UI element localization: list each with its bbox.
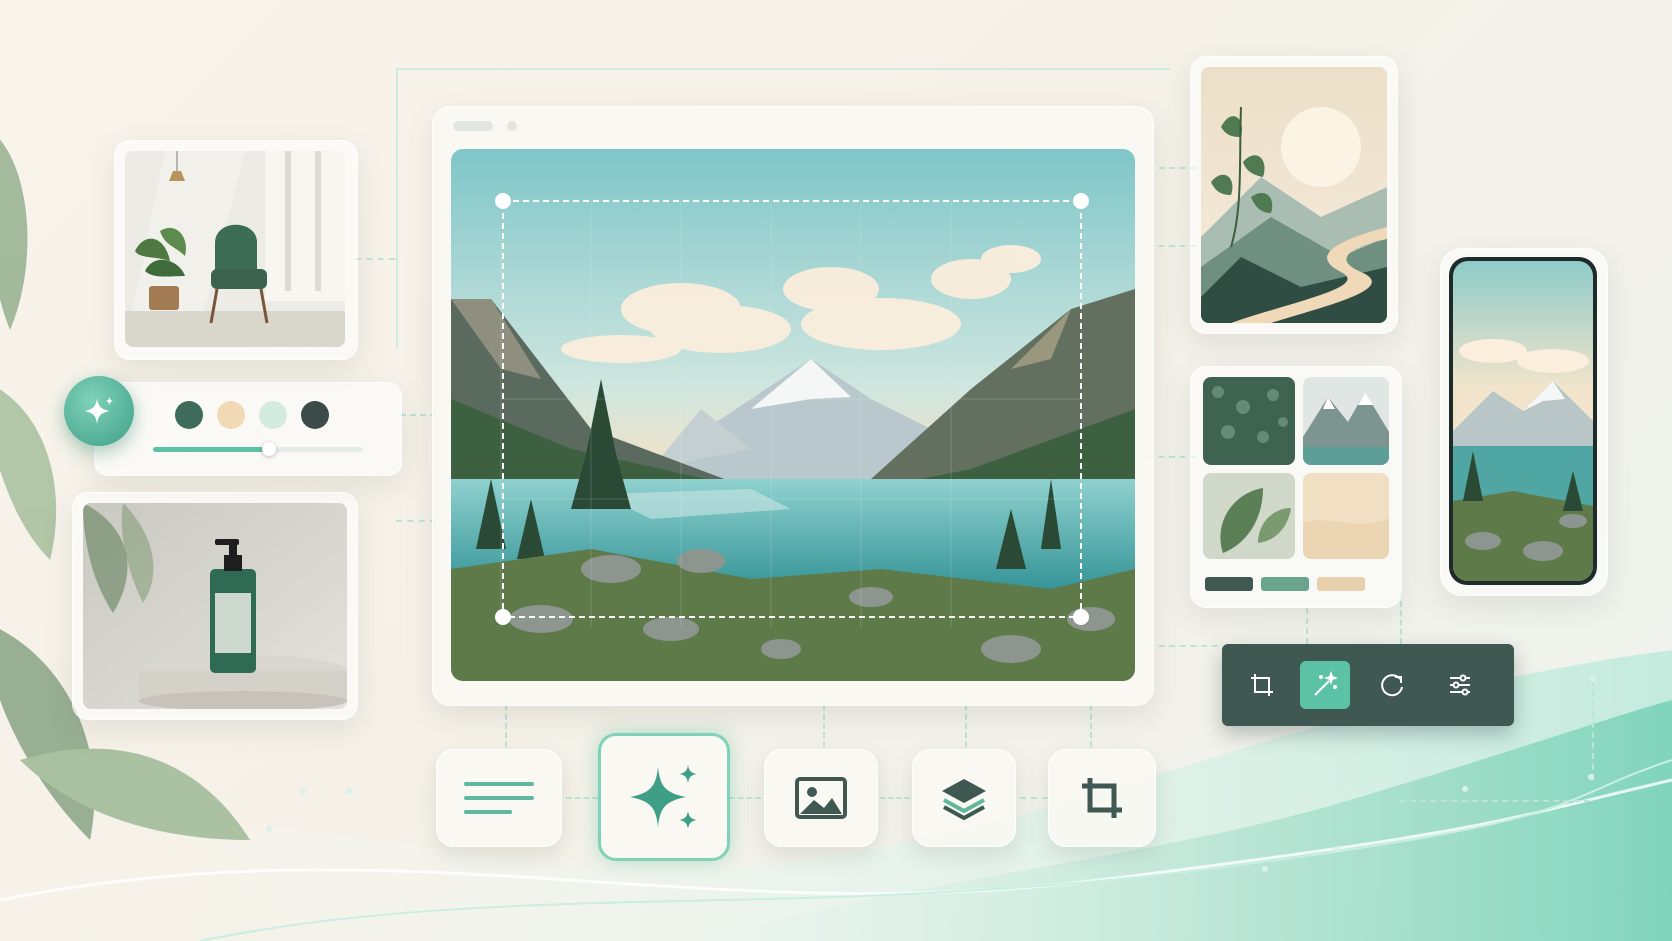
connector-line	[1400, 592, 1402, 644]
phone-screen-image	[1453, 261, 1593, 581]
crop-icon	[1251, 674, 1273, 696]
window-minimize-pill[interactable]	[453, 121, 493, 131]
ai-sparkle-button[interactable]	[64, 376, 134, 446]
swatch[interactable]	[175, 401, 203, 429]
connector-line	[505, 705, 507, 747]
swatch[interactable]	[259, 401, 287, 429]
interior-photo	[125, 151, 345, 347]
window-close-dot[interactable]	[507, 121, 517, 131]
moodboard-leaf	[1203, 473, 1295, 559]
connector-line	[1592, 680, 1594, 780]
connector-line	[396, 68, 1170, 70]
layers-icon	[942, 779, 986, 820]
connector-line	[566, 797, 598, 799]
moodboard-mountain	[1303, 377, 1389, 465]
quick-adjust-button[interactable]	[1436, 661, 1484, 709]
connector-line	[355, 258, 395, 260]
crop-icon	[1082, 778, 1122, 818]
layers-tool-button[interactable]	[912, 749, 1016, 847]
sparkle-dot	[1172, 816, 1178, 822]
text-lines-icon	[464, 782, 534, 814]
sparkle-dot	[1462, 786, 1468, 792]
moodboard-swatch[interactable]	[1317, 577, 1365, 591]
sparkle-icon	[630, 765, 697, 829]
sparkle-dot	[346, 788, 352, 794]
connector-line	[1148, 245, 1196, 247]
image-tool-button[interactable]	[764, 749, 878, 847]
connector-line	[1148, 456, 1196, 458]
river-illustration	[1201, 67, 1387, 323]
quick-magic-wand-button[interactable]	[1300, 661, 1350, 709]
sparkle-dot	[1334, 846, 1340, 852]
slider-fill	[153, 447, 269, 452]
sliders-icon	[1450, 674, 1470, 696]
slider-track[interactable]	[153, 442, 363, 456]
ai-generate-button[interactable]	[598, 733, 730, 861]
river-art-card[interactable]	[1190, 56, 1398, 334]
connector-line	[729, 797, 761, 799]
crop-handle	[495, 609, 511, 625]
swatch[interactable]	[217, 401, 245, 429]
connector-line	[1148, 645, 1218, 647]
text-tool-button[interactable]	[436, 749, 562, 847]
crop-handle	[1073, 609, 1089, 625]
quick-crop-button[interactable]	[1238, 661, 1286, 709]
phone-preview-card[interactable]	[1440, 248, 1608, 596]
connector-line	[1400, 800, 1590, 802]
magic-wand-icon	[1314, 671, 1339, 696]
interior-photo-card[interactable]	[114, 140, 358, 360]
crop-tool-button[interactable]	[1048, 749, 1156, 847]
connector-line	[396, 520, 436, 522]
quick-rotate-button[interactable]	[1368, 661, 1416, 709]
connector-line	[823, 705, 825, 747]
product-photo-card[interactable]	[72, 492, 358, 720]
product-photo	[83, 503, 347, 709]
crop-handle	[1073, 193, 1089, 209]
connector-line	[1090, 705, 1092, 747]
connector-line	[396, 68, 398, 348]
moodboard-swatch[interactable]	[1261, 577, 1309, 591]
connector-line	[400, 414, 436, 416]
main-landscape-image[interactable]	[451, 149, 1135, 681]
connector-line	[1020, 797, 1048, 799]
sparkle-dot	[300, 788, 306, 794]
sparkle-dot	[266, 826, 272, 832]
crop-handle	[495, 193, 511, 209]
phone-frame	[1449, 257, 1597, 585]
connector-line	[1148, 167, 1196, 169]
connector-line	[965, 705, 967, 747]
swatch[interactable]	[301, 401, 329, 429]
sparkle-dot	[1590, 676, 1596, 682]
moodboard-texture	[1203, 377, 1295, 465]
moodboard-sand	[1303, 473, 1389, 559]
image-icon	[795, 777, 847, 819]
palette-panel	[94, 382, 402, 476]
sparkle-icon	[84, 396, 114, 425]
sparkle-dot	[1588, 774, 1594, 780]
sparkle-dot	[1262, 866, 1268, 872]
connector-line	[880, 797, 910, 799]
rotate-icon	[1381, 674, 1403, 697]
connector-line	[1306, 608, 1308, 644]
quick-toolbar	[1222, 644, 1514, 726]
moodboard-card[interactable]	[1190, 366, 1402, 608]
slider-handle[interactable]	[261, 442, 276, 456]
editor-window	[432, 106, 1154, 706]
moodboard-swatch[interactable]	[1205, 577, 1253, 591]
